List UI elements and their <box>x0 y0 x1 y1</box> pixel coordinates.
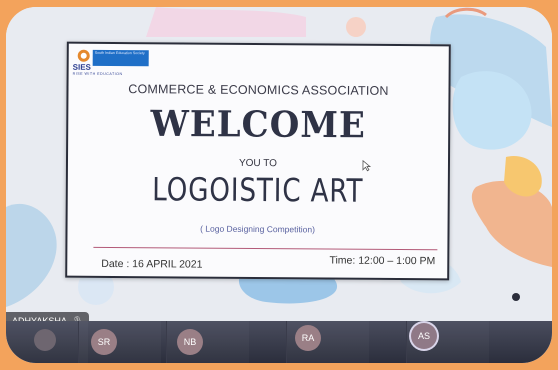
avatar-initials: NB <box>183 337 197 347</box>
participant-tile[interactable]: SR <box>78 321 161 363</box>
participant-tile[interactable]: RA <box>286 321 369 363</box>
avatar <box>34 329 56 351</box>
avatar: SR <box>91 329 117 355</box>
event-time: Time: 12:00 – 1:00 PM <box>329 254 436 268</box>
logo-text: SIES <box>72 62 91 72</box>
meeting-window: SIES South Indian Education Society RISE… <box>6 7 552 363</box>
participant-strip: SR NB RA AS <box>6 321 552 363</box>
welcome-heading: WELCOME <box>150 103 367 147</box>
divider <box>93 246 438 251</box>
logo-small-text: South Indian Education Society <box>94 50 145 56</box>
participant-tile[interactable] <box>6 321 88 363</box>
mouse-cursor-icon <box>362 159 372 172</box>
avatar-initials: AS <box>417 331 430 341</box>
logo-banner: South Indian Education Society <box>92 49 149 67</box>
logo-motto: RISE WITH EDUCATION <box>72 71 123 77</box>
sies-logo: SIES South Indian Education Society RISE… <box>73 48 153 77</box>
avatar: NB <box>177 329 203 355</box>
participant-tile-active[interactable]: AS <box>406 321 489 363</box>
participant-tile[interactable]: NB <box>166 321 249 363</box>
association-title: COMMERCE & ECONOMICS ASSOCIATION <box>128 82 389 98</box>
avatar: AS <box>411 323 437 349</box>
avatar-initials: SR <box>97 337 111 347</box>
event-subtitle: ( Logo Designing Competition) <box>200 223 315 235</box>
you-to-text: YOU TO <box>238 157 278 170</box>
event-date: Date : 16 APRIL 2021 <box>101 257 203 271</box>
avatar: RA <box>295 325 321 351</box>
presentation-slide: SIES South Indian Education Society RISE… <box>65 41 451 281</box>
avatar-initials: RA <box>301 333 315 343</box>
event-title: LOGOISTIC ART <box>152 170 364 210</box>
